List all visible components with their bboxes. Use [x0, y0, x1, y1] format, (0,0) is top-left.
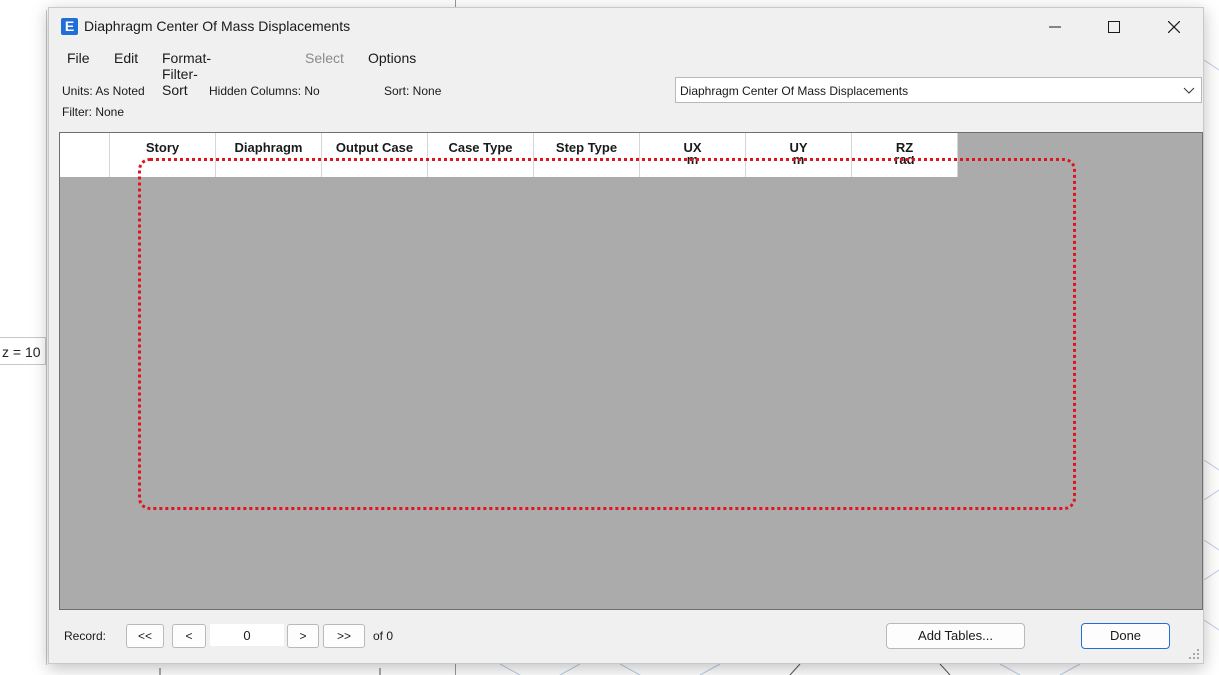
column-label: UX [683, 140, 702, 155]
data-grid[interactable]: Story Diaphragm Output Case Case Type St… [59, 132, 1203, 610]
maximize-icon [1108, 21, 1120, 33]
column-label: Diaphragm [234, 140, 303, 155]
menu-format-filter-sort[interactable]: Format-Filter-Sort [162, 50, 211, 98]
minimize-icon [1049, 26, 1061, 28]
menu-options[interactable]: Options [368, 50, 416, 66]
previous-record-button[interactable]: < [172, 624, 206, 648]
chevron-down-icon [1183, 87, 1195, 94]
hidden-columns-info: Hidden Columns: No [209, 84, 320, 98]
filter-info: Filter: None [62, 105, 125, 119]
dialog-window: E Diaphragm Center Of Mass Displacements… [48, 7, 1204, 664]
column-label: Step Type [555, 140, 618, 155]
add-tables-button[interactable]: Add Tables... [886, 623, 1025, 649]
menu-file[interactable]: File [67, 50, 90, 66]
column-label: Output Case [335, 140, 414, 155]
selection-highlight [138, 158, 1076, 510]
minimize-button[interactable] [1032, 8, 1078, 46]
record-number-input[interactable] [210, 624, 284, 646]
row-header-corner[interactable] [60, 133, 110, 177]
record-label: Record: [64, 629, 107, 643]
close-icon [1167, 20, 1181, 34]
done-button[interactable]: Done [1081, 623, 1170, 649]
column-label: UY [789, 140, 808, 155]
next-record-button[interactable]: > [287, 624, 319, 648]
sort-info: Sort: None [384, 84, 442, 98]
first-record-button[interactable]: << [126, 624, 164, 648]
menu-select[interactable]: Select [305, 50, 344, 66]
column-label: Case Type [448, 140, 513, 155]
record-navigation-bar: Record: << < > >> of 0 Add Tables... Don… [49, 620, 1203, 652]
resize-grip-icon[interactable] [1189, 649, 1199, 659]
record-count-label: of 0 [373, 629, 394, 643]
title-bar[interactable]: E Diaphragm Center Of Mass Displacements [49, 8, 1203, 46]
table-selector-dropdown[interactable]: Diaphragm Center Of Mass Displacements [675, 77, 1202, 103]
window-title: Diaphragm Center Of Mass Displacements [84, 18, 351, 34]
last-record-button[interactable]: >> [323, 624, 365, 648]
close-button[interactable] [1151, 8, 1197, 46]
units-info: Units: As Noted [62, 84, 145, 98]
table-selector-value: Diaphragm Center Of Mass Displacements [680, 84, 909, 98]
column-label: Story [145, 140, 180, 155]
menu-edit[interactable]: Edit [114, 50, 138, 66]
column-label: RZ [895, 140, 914, 155]
maximize-button[interactable] [1091, 8, 1137, 46]
app-logo-icon: E [61, 18, 78, 35]
